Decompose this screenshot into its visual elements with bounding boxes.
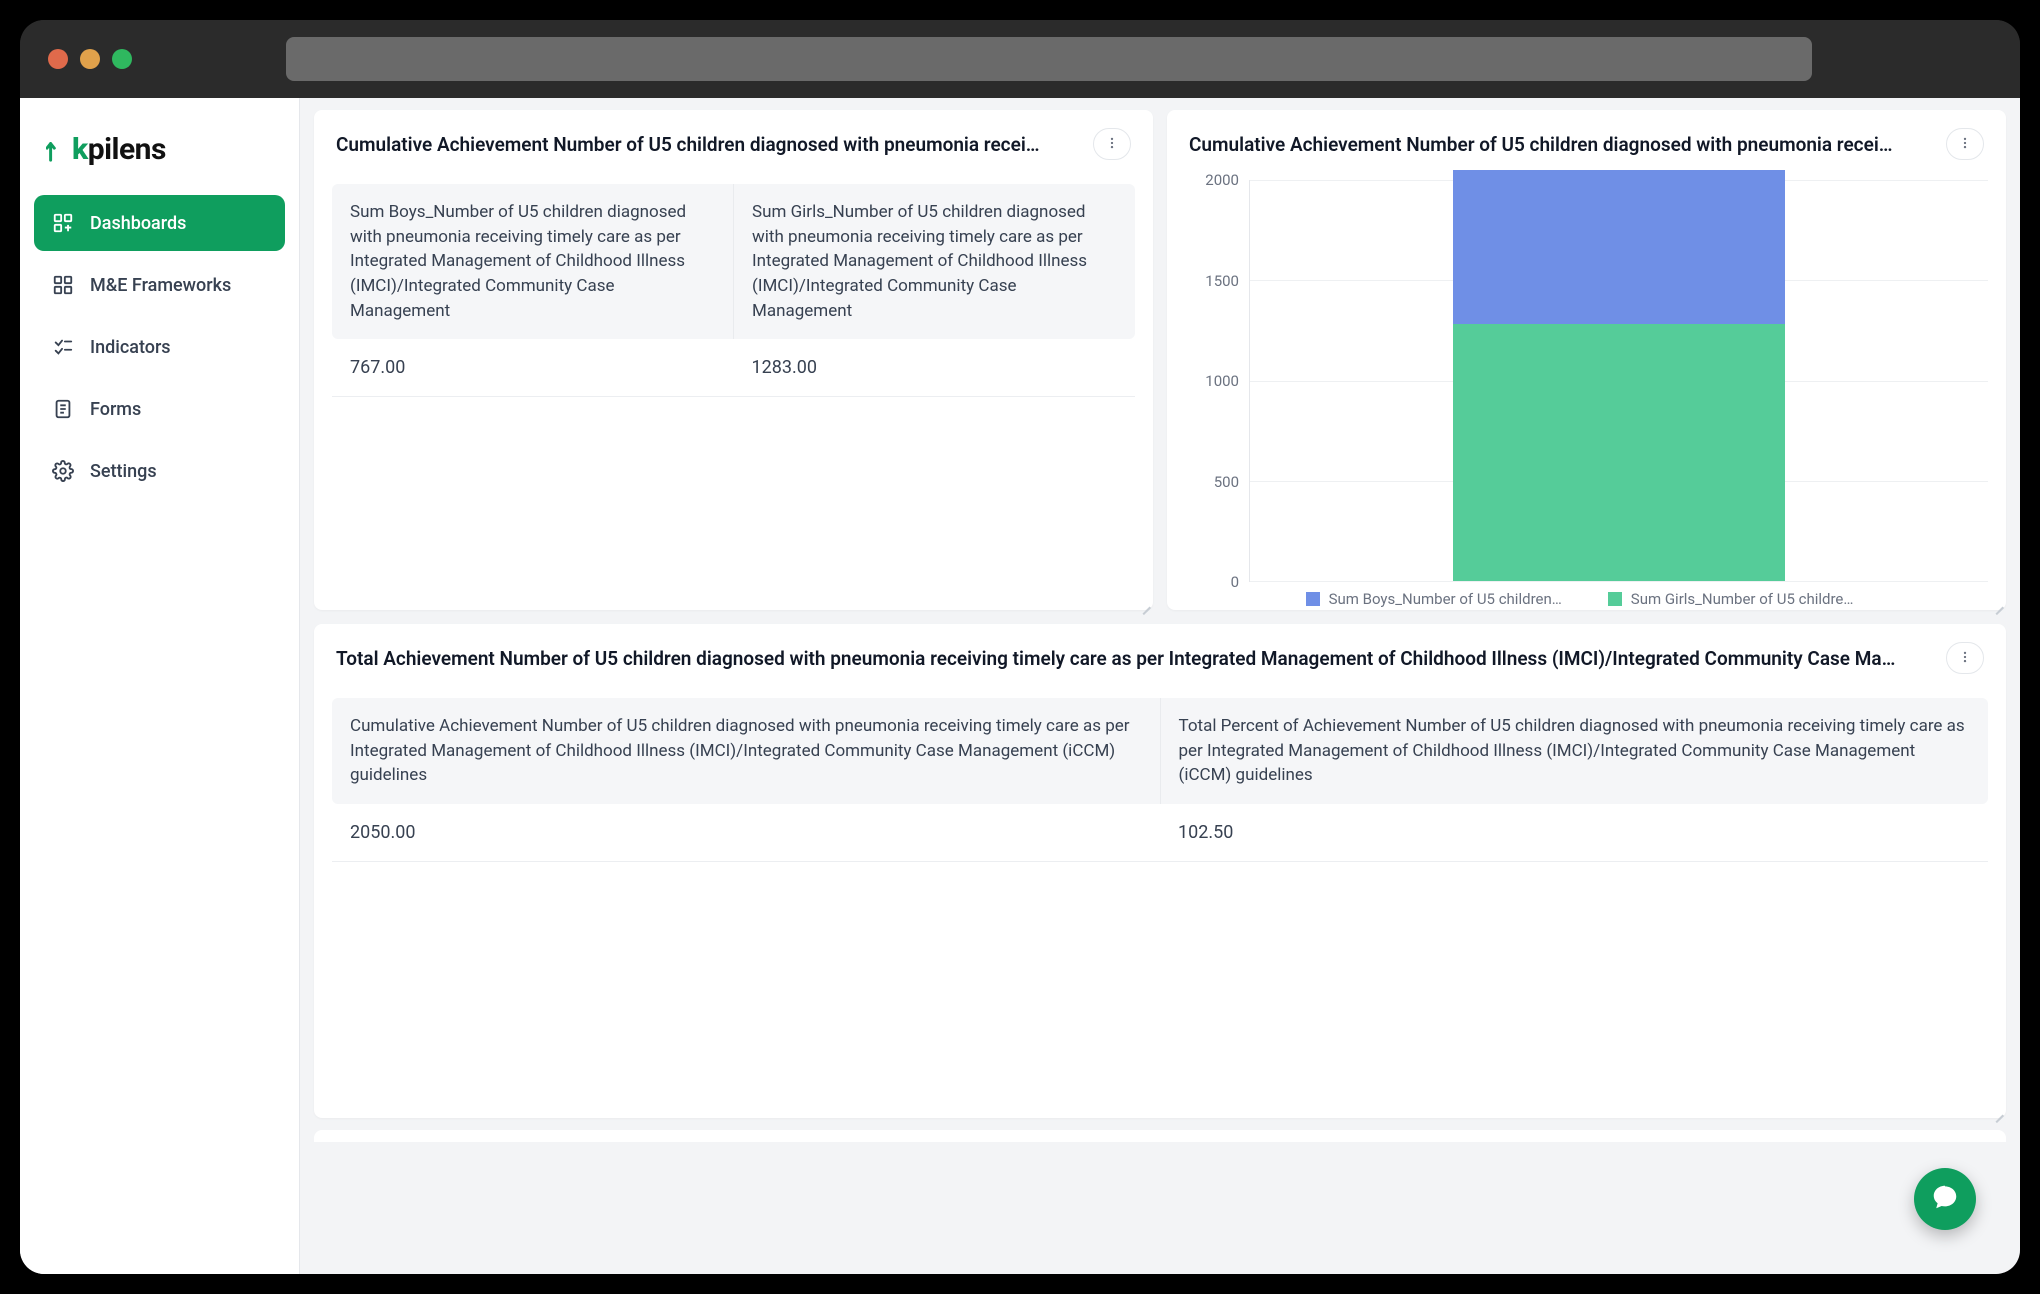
card-header: Cumulative Achievement Number of U5 chil… [314, 110, 1153, 174]
y-tick-label: 1000 [1205, 372, 1239, 390]
card-title: Total Achievement Number of U5 children … [336, 647, 1934, 670]
frameworks-icon [52, 274, 74, 296]
primary-nav: Dashboards M&E Frameworks [20, 195, 299, 499]
card-more-button[interactable] [1093, 128, 1131, 160]
legend-swatch [1608, 592, 1622, 606]
chart-y-axis: 0500100015002000 [1171, 180, 1249, 582]
sidebar-item-label: Settings [90, 461, 157, 482]
legend-label: Sum Girls_Number of U5 childre… [1631, 590, 1854, 608]
card-header: Cumulative Achievement Number of U5 chil… [1167, 110, 2006, 174]
table-row: 767.00 1283.00 [332, 339, 1135, 397]
forms-icon [52, 398, 74, 420]
legend-item-boys: Sum Boys_Number of U5 children… [1306, 590, 1562, 608]
table: Cumulative Achievement Number of U5 chil… [314, 688, 2006, 1118]
app-logo[interactable]: kpilens [20, 118, 299, 195]
chart-plot-body [1249, 180, 1988, 582]
table-head: Cumulative Achievement Number of U5 chil… [332, 698, 1988, 804]
window-traffic-lights [48, 49, 132, 69]
resize-handle[interactable] [1137, 594, 1151, 608]
more-vertical-icon [1958, 649, 1972, 668]
chart-area: 0 500 1000 1500 2000 Sum Boys_Number of U5 c… [1167, 174, 2006, 610]
table-head: Sum Boys_Number of U5 children diagnosed… [332, 184, 1135, 339]
card-title: Cumulative Achievement Number of U5 chil… [1189, 133, 1934, 156]
logo-text: kpilens [72, 132, 166, 167]
sidebar-item-dashboards[interactable]: Dashboards [34, 195, 285, 251]
bar-segment-girls [1453, 324, 1785, 581]
sidebar-item-label: Indicators [90, 337, 171, 358]
indicators-icon [52, 336, 74, 358]
main-content: Cumulative Achievement Number of U5 chil… [300, 98, 2020, 1274]
top-row: Cumulative Achievement Number of U5 chil… [314, 110, 2006, 610]
table-cell: 102.50 [1160, 804, 1988, 861]
card-total-achievement: Total Achievement Number of U5 children … [314, 624, 2006, 1118]
card-cumulative-table: Cumulative Achievement Number of U5 chil… [314, 110, 1153, 610]
grid-line [1250, 581, 1988, 582]
resize-handle[interactable] [1990, 594, 2004, 608]
card-cumulative-chart: Cumulative Achievement Number of U5 chil… [1167, 110, 2006, 610]
sidebar-item-settings[interactable]: Settings [34, 443, 285, 499]
card-title: Cumulative Achievement Number of U5 chil… [336, 133, 1081, 156]
sidebar: kpilens Dashboards [20, 98, 300, 1274]
logo-arrow-icon [46, 133, 70, 167]
stacked-bar [1453, 170, 1785, 581]
legend-swatch [1306, 592, 1320, 606]
more-vertical-icon [1958, 135, 1972, 154]
table-cell: 2050.00 [332, 804, 1160, 861]
table-header-cell: Total Percent of Achievement Number of U… [1161, 698, 1989, 804]
sidebar-item-frameworks[interactable]: M&E Frameworks [34, 257, 285, 313]
y-tick-label: 500 [1214, 473, 1239, 491]
chat-fab[interactable] [1914, 1168, 1976, 1230]
table-header-cell: Cumulative Achievement Number of U5 chil… [332, 698, 1161, 804]
card-more-button[interactable] [1946, 642, 1984, 674]
app-root: kpilens Dashboards [20, 98, 2020, 1274]
maximize-window-button[interactable] [112, 49, 132, 69]
sidebar-item-label: Dashboards [90, 213, 186, 234]
sidebar-item-forms[interactable]: Forms [34, 381, 285, 437]
sidebar-item-label: M&E Frameworks [90, 275, 231, 296]
next-card-sliver [314, 1130, 2006, 1142]
chart-plot: 0500100015002000 [1171, 180, 1988, 582]
resize-handle[interactable] [1990, 1102, 2004, 1116]
y-tick-label: 0 [1231, 573, 1239, 591]
table-row: 2050.00 102.50 [332, 804, 1988, 862]
settings-icon [52, 460, 74, 482]
sidebar-item-indicators[interactable]: Indicators [34, 319, 285, 375]
browser-frame: kpilens Dashboards [20, 20, 2020, 1274]
legend-item-girls: Sum Girls_Number of U5 childre… [1608, 590, 1854, 608]
table-header-cell: Sum Girls_Number of U5 children diagnose… [734, 184, 1135, 339]
browser-header [20, 20, 2020, 98]
card-header: Total Achievement Number of U5 children … [314, 624, 2006, 688]
chat-icon [1930, 1182, 1960, 1216]
y-tick-label: 2000 [1205, 171, 1239, 189]
table-header-cell: Sum Boys_Number of U5 children diagnosed… [332, 184, 734, 339]
close-window-button[interactable] [48, 49, 68, 69]
sidebar-item-label: Forms [90, 399, 141, 420]
chart-legend: Sum Boys_Number of U5 children… Sum Girl… [1171, 582, 1988, 610]
dashboard-icon [52, 212, 74, 234]
legend-label: Sum Boys_Number of U5 children… [1329, 590, 1562, 608]
minimize-window-button[interactable] [80, 49, 100, 69]
card-more-button[interactable] [1946, 128, 1984, 160]
table: Sum Boys_Number of U5 children diagnosed… [314, 174, 1153, 610]
y-tick-label: 1500 [1205, 272, 1239, 290]
table-cell: 767.00 [332, 339, 734, 396]
url-bar[interactable] [286, 37, 1812, 81]
table-cell: 1283.00 [734, 339, 1136, 396]
bar-segment-boys [1453, 170, 1785, 324]
more-vertical-icon [1105, 135, 1119, 154]
